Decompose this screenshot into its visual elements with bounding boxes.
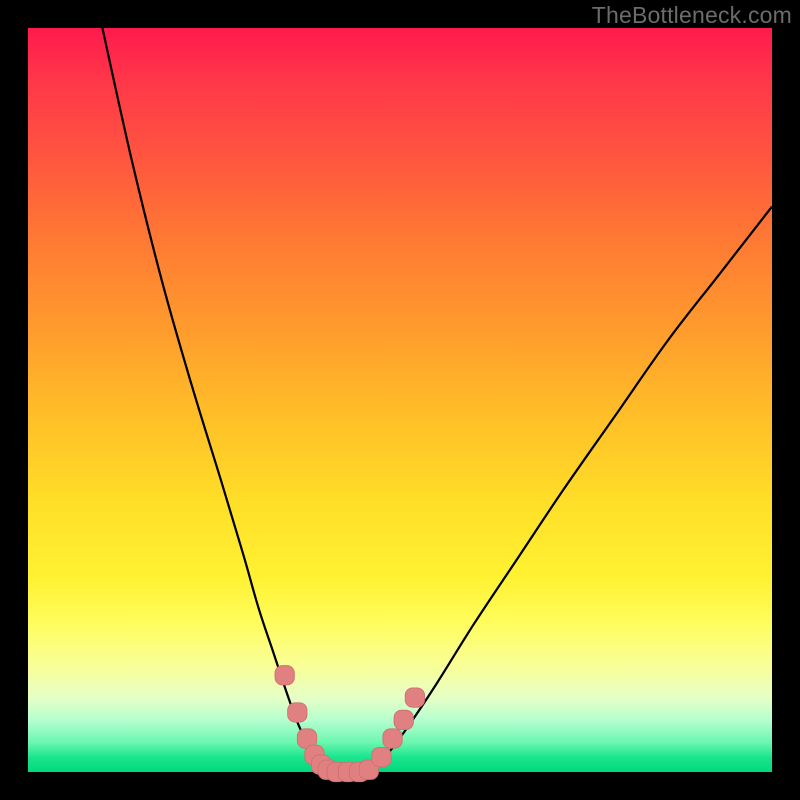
left-curve <box>102 28 325 772</box>
right-curve <box>370 207 772 772</box>
curve-svg <box>28 28 772 772</box>
data-marker <box>288 703 307 722</box>
watermark-text: TheBottleneck.com <box>592 2 792 29</box>
data-marker <box>372 747 391 766</box>
outer-frame: TheBottleneck.com <box>0 0 800 800</box>
data-marker <box>275 666 294 685</box>
data-marker <box>405 688 424 707</box>
data-marker <box>394 710 413 729</box>
plot-area <box>28 28 772 772</box>
data-marker <box>383 729 402 748</box>
